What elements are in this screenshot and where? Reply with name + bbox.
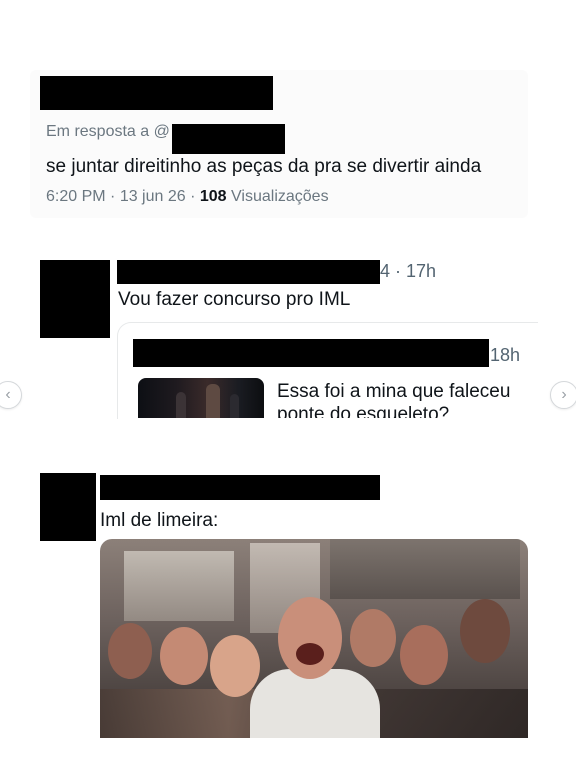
redacted-avatar[interactable] — [40, 473, 96, 541]
meta-separator: · — [105, 188, 120, 205]
quoted-text-line-1: Essa foi a mina que faleceu — [277, 381, 511, 402]
meta-separator: · — [185, 188, 200, 205]
quoted-tweet-time: 18h — [490, 345, 521, 365]
chevron-left-icon[interactable]: ‹ — [0, 381, 22, 409]
tweet-1-text: se juntar direitinho as peças da pra se … — [46, 156, 482, 177]
tweet-2-time: 4 · 17h — [380, 261, 437, 281]
reply-to-label: Em resposta a @ — [46, 123, 170, 141]
reply-prefix: Em resposta a @ — [46, 123, 170, 140]
redacted-username[interactable] — [117, 260, 380, 284]
tweet-3-media-image[interactable] — [100, 539, 528, 738]
tweet-date[interactable]: 13 jun 26 — [120, 188, 186, 205]
redacted-username — [40, 76, 273, 110]
quoted-text-line-2: ponte do esqueleto? — [277, 404, 450, 418]
quoted-media-thumbnail[interactable] — [138, 378, 264, 418]
redacted-quoted-username — [133, 339, 489, 367]
tweet-2-text: Vou fazer concurso pro IML — [118, 289, 351, 310]
views-label: Visualizações — [231, 188, 329, 205]
views-count: 108 — [199, 188, 227, 205]
redacted-avatar[interactable] — [40, 260, 110, 338]
quoted-tweet-text: Essa foi a mina que faleceu ponte do esq… — [277, 380, 537, 418]
redacted-reply-handle[interactable] — [172, 124, 285, 154]
tweet-1-meta: 6:20 PM · 13 jun 26 · 108 Visualizações — [46, 188, 329, 206]
chevron-right-icon[interactable]: › — [550, 381, 576, 409]
redacted-username[interactable] — [100, 475, 380, 500]
tweet-time[interactable]: 6:20 PM — [46, 188, 106, 205]
tweet-3-text: Iml de limeira: — [100, 510, 219, 531]
